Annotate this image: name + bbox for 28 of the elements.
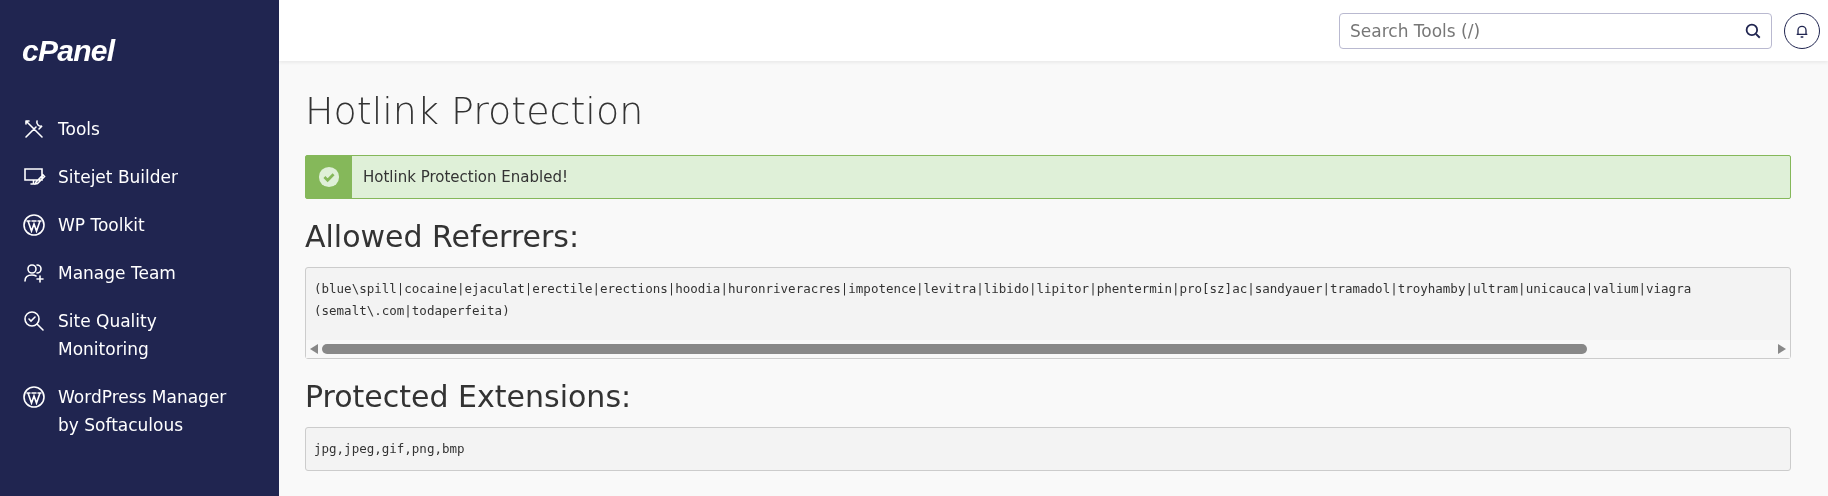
text-area[interactable]: jpg,jpeg,gif,png,bmp <box>305 427 1791 471</box>
section-heading: Protected Extensions: <box>305 378 633 416</box>
sidebar-item[interactable]: Sitejet Builder <box>22 163 252 191</box>
search-icon <box>1744 21 1762 40</box>
code-line: (blue\spill|cocaine|ejaculat|erectile|erections|hoodia|huronriveracres|impotence|levitra|libido|lipitor|phentermin|pro[sz]ac|sandyauer|tramadol|troyhamby|ultram|unicauca|valium|viagra <box>314 280 1693 298</box>
scrollbar-thumb[interactable] <box>322 344 1587 354</box>
user-add-icon <box>22 261 46 285</box>
check-circle-icon <box>318 166 340 188</box>
sidebar-item[interactable]: Manage Team <box>22 259 252 287</box>
code-line: jpg,jpeg,gif,png,bmp <box>314 440 466 458</box>
page-title: Hotlink Protection <box>305 88 645 135</box>
code-line: (semalt\.com|todaperfeita) <box>314 302 511 320</box>
scroll-left-icon <box>310 344 318 354</box>
sidebar-item[interactable]: Site Quality Monitoring <box>22 307 252 363</box>
wordpress-icon <box>22 213 46 237</box>
tools-icon <box>22 117 46 141</box>
text-area[interactable] <box>305 267 1791 359</box>
horizontal-scrollbar[interactable] <box>306 340 1790 358</box>
sidebar-item[interactable]: Tools <box>22 115 252 143</box>
sidebar-item[interactable]: WP Toolkit <box>22 211 252 239</box>
sidebar-item[interactable]: WordPress Manager by Softaculous <box>22 383 252 439</box>
alert-message: Hotlink Protection Enabled! <box>362 166 568 188</box>
search-field[interactable]: Search Tools (/) <box>1339 12 1772 49</box>
scroll-right-icon <box>1778 344 1786 354</box>
search-check-icon <box>22 309 46 333</box>
wordpress-icon <box>22 385 46 409</box>
section-heading: Allowed Referrers: <box>305 218 581 256</box>
logo[interactable]: cPanel <box>22 28 279 73</box>
